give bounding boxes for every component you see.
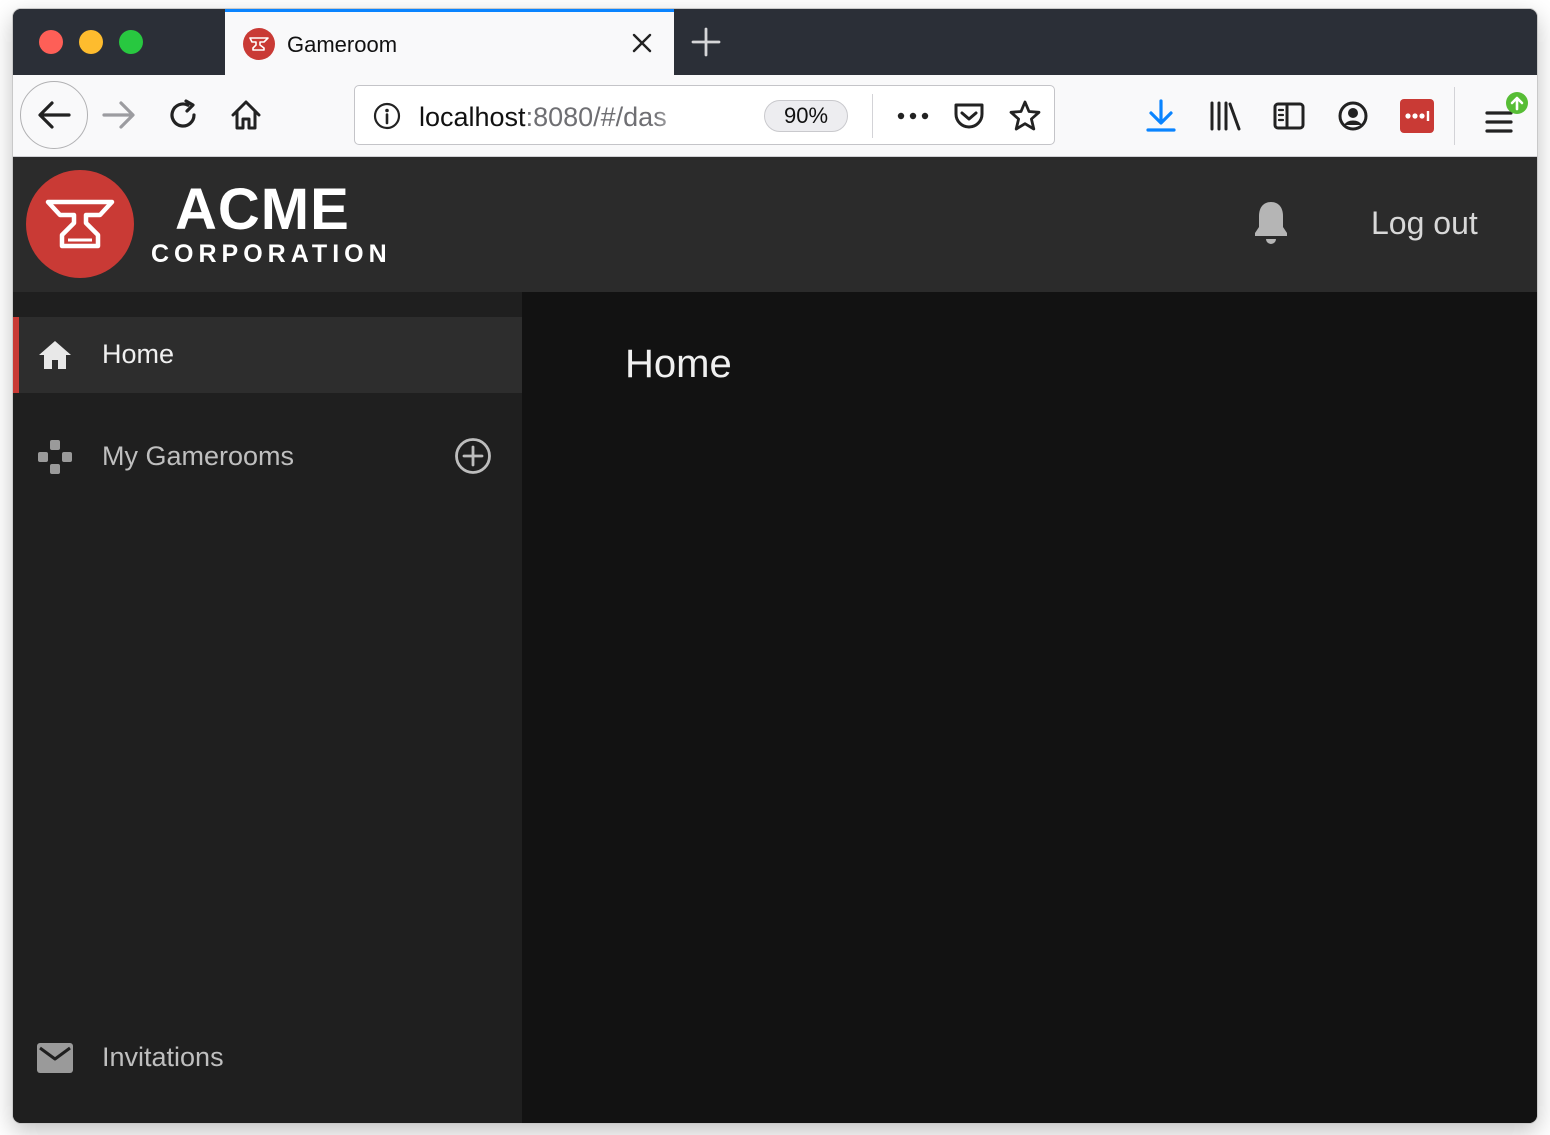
- library-icon: [1210, 101, 1241, 131]
- bookmark-star-icon[interactable]: [1008, 99, 1042, 133]
- password-manager-button[interactable]: [1400, 99, 1434, 133]
- back-button[interactable]: [20, 81, 88, 149]
- page-actions-icon[interactable]: [895, 104, 931, 128]
- menu-button[interactable]: [1481, 91, 1531, 141]
- new-tab-icon[interactable]: [688, 24, 724, 60]
- zoom-indicator[interactable]: 90%: [764, 100, 848, 132]
- reload-button[interactable]: [165, 97, 201, 133]
- maximize-window-button[interactable]: [119, 30, 143, 54]
- sidebar-icon: [1273, 102, 1305, 130]
- sidebar-toggle-button[interactable]: [1272, 99, 1306, 133]
- reload-icon: [170, 99, 196, 128]
- download-icon: [1146, 99, 1176, 132]
- account-button[interactable]: [1336, 99, 1370, 133]
- arrow-right-icon: [102, 101, 135, 129]
- sidebar: Home My Gamerooms Invitations: [13, 292, 522, 1123]
- url-divider: [872, 94, 873, 138]
- home-button[interactable]: [228, 97, 264, 133]
- tab-title: Gameroom: [287, 32, 398, 57]
- url-bar[interactable]: localhost:8080/#/das 90%: [354, 85, 1055, 145]
- anvil-icon: [45, 199, 115, 249]
- sidebar-item-label: Invitations: [102, 1042, 224, 1072]
- toolbar-divider: [1454, 87, 1455, 145]
- browser-toolbar: localhost:8080/#/das 90%: [13, 75, 1537, 157]
- logo-subtitle: CORPORATION: [151, 240, 392, 268]
- sidebar-item-invitations[interactable]: Invitations: [13, 1020, 522, 1096]
- url-text[interactable]: localhost:8080/#/das: [419, 102, 695, 133]
- main-content: Home: [522, 292, 1537, 1123]
- info-icon[interactable]: [373, 102, 401, 130]
- pocket-icon[interactable]: [952, 99, 986, 133]
- acme-logo[interactable]: [26, 170, 134, 278]
- sidebar-item-my-gamerooms[interactable]: My Gamerooms: [13, 419, 522, 495]
- logo-wordmark: ACME: [175, 177, 350, 242]
- tab-strip: Gameroom: [13, 9, 1537, 75]
- home-outline-icon: [231, 100, 261, 130]
- anvil-favicon-icon: [243, 28, 275, 60]
- bell-icon[interactable]: [1253, 199, 1289, 245]
- sidebar-item-label: My Gamerooms: [102, 441, 295, 471]
- home-icon: [35, 335, 75, 375]
- minimize-window-button[interactable]: [79, 30, 103, 54]
- logout-button[interactable]: Log out: [1371, 205, 1478, 242]
- forward-button[interactable]: [101, 99, 137, 131]
- password-manager-icon: [1405, 111, 1430, 121]
- sidebar-item-home[interactable]: Home: [13, 317, 522, 393]
- close-tab-icon[interactable]: [628, 29, 656, 57]
- tab-gameroom[interactable]: Gameroom: [225, 9, 674, 75]
- page-title: Home: [625, 342, 732, 386]
- sidebar-item-label: Home: [102, 339, 175, 369]
- hamburger-menu-icon: [1485, 92, 1528, 133]
- account-icon: [1338, 101, 1368, 131]
- add-gameroom-button[interactable]: [454, 437, 492, 475]
- url-host: localhost: [419, 102, 526, 132]
- downloads-button[interactable]: [1144, 97, 1178, 135]
- gamepad-icon: [35, 437, 75, 477]
- app-header: ACME CORPORATION Log out: [13, 157, 1537, 292]
- arrow-left-icon: [38, 101, 71, 129]
- url-path: :8080/#/das: [525, 102, 667, 132]
- mail-icon: [35, 1038, 75, 1078]
- plus-circle-icon: [455, 438, 491, 474]
- close-window-button[interactable]: [39, 30, 63, 54]
- browser-window: Gameroom localhost:8080/#/das 90% ACME C…: [13, 9, 1537, 1123]
- library-button[interactable]: [1207, 99, 1243, 133]
